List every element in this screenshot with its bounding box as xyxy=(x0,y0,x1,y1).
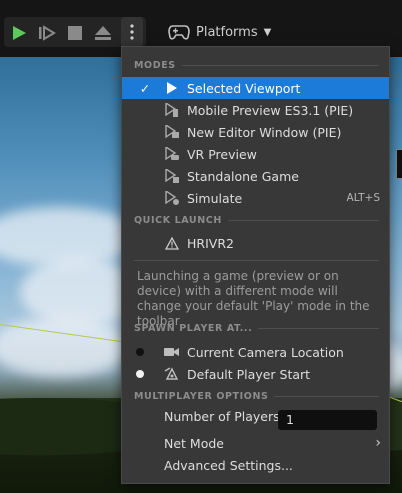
simulate-play-icon xyxy=(164,190,180,206)
player-start-icon xyxy=(164,366,180,382)
window-play-icon xyxy=(164,124,180,140)
menu-item-default-player-start[interactable]: Default Player Start xyxy=(122,363,389,385)
stop-icon[interactable] xyxy=(64,22,86,44)
menu-item-selected-viewport[interactable]: ✓ Selected Viewport xyxy=(122,77,389,99)
menu-item-advanced-settings[interactable]: Advanced Settings... xyxy=(122,454,389,476)
section-multiplayer-options: MULTIPLAYER OPTIONS xyxy=(134,391,379,402)
check-icon: ✓ xyxy=(139,80,151,96)
gamepad-icon xyxy=(168,25,190,40)
vr-play-icon xyxy=(164,146,180,162)
section-spawn-player: SPAWN PLAYER AT... xyxy=(134,323,379,334)
menu-item-current-camera-location[interactable]: Current Camera Location xyxy=(122,341,389,363)
divider xyxy=(134,260,379,261)
menu-item-vr-preview[interactable]: VR Preview xyxy=(122,143,389,165)
chevron-down-icon: ▼ xyxy=(263,26,272,38)
chevron-right-icon: › xyxy=(375,435,381,451)
menu-item-mobile-preview[interactable]: Mobile Preview ES3.1 (PIE) xyxy=(122,99,389,121)
platforms-button[interactable]: Platforms ▼ xyxy=(168,17,271,47)
menu-item-standalone-game[interactable]: Standalone Game xyxy=(122,165,389,187)
eject-icon[interactable] xyxy=(92,22,114,44)
menu-item-quick-launch-device[interactable]: HRIVR2 xyxy=(122,232,389,254)
standalone-play-icon xyxy=(164,168,180,184)
section-quick-launch: QUICK LAUNCH xyxy=(134,215,379,226)
section-modes: MODES xyxy=(134,60,379,71)
step-icon[interactable] xyxy=(36,22,58,44)
camera-icon xyxy=(164,344,180,360)
radio-selected-indicator xyxy=(136,348,144,356)
viewport-widget[interactable] xyxy=(396,149,402,179)
platforms-label: Platforms xyxy=(196,24,258,40)
menu-item-new-editor-window[interactable]: New Editor Window (PIE) xyxy=(122,121,389,143)
play-icon xyxy=(164,80,180,96)
shortcut-label: ALT+S xyxy=(346,192,380,204)
menu-item-net-mode[interactable]: Net Mode › xyxy=(122,432,389,454)
play-mode-menu: MODES ✓ Selected Viewport Mobile Preview… xyxy=(121,46,390,484)
warning-icon xyxy=(164,235,180,251)
vertical-dots-icon[interactable] xyxy=(121,17,143,47)
mobile-play-icon xyxy=(164,102,180,118)
number-of-players-label: Number of Players xyxy=(164,409,280,424)
play-mode-info-text: Launching a game (preview or on device) … xyxy=(137,269,370,328)
radio-indicator xyxy=(136,370,144,378)
play-icon[interactable] xyxy=(8,22,30,44)
number-of-players-input[interactable]: 1 xyxy=(278,410,377,430)
menu-item-simulate[interactable]: Simulate ALT+S xyxy=(122,187,389,209)
